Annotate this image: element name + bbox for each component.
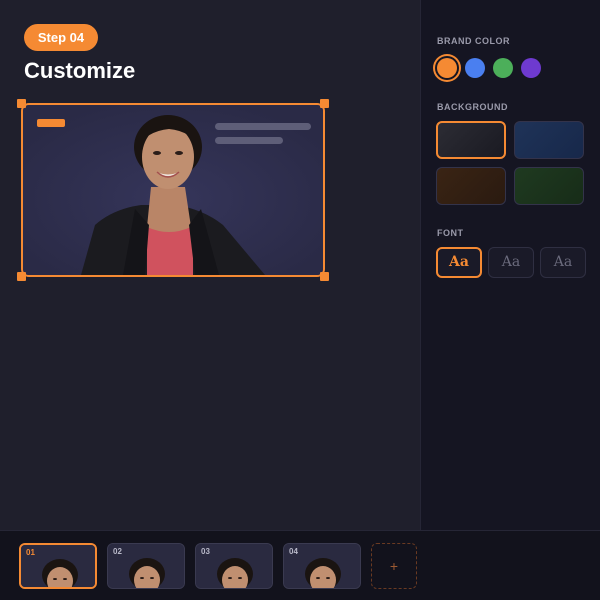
video-frame[interactable] <box>21 103 325 277</box>
font-label: FONT <box>437 228 464 238</box>
font-option-3[interactable]: Aa <box>540 247 586 278</box>
background-option-forest[interactable] <box>514 167 584 205</box>
subtitle-placeholder[interactable] <box>215 137 283 144</box>
presenter-image <box>23 105 323 275</box>
scene-thumbnail-02[interactable]: 02 <box>107 543 185 589</box>
resize-handle-top-right[interactable] <box>320 99 329 108</box>
step-badge: Step 04 <box>24 24 98 51</box>
scene-thumbnail-01[interactable]: 01 <box>19 543 97 589</box>
color-swatch-blue[interactable] <box>465 58 485 78</box>
add-scene-button[interactable]: + <box>371 543 417 589</box>
background-option-dark-slate[interactable] <box>436 121 506 159</box>
font-option-1[interactable]: Aa <box>436 247 482 278</box>
resize-handle-bottom-right[interactable] <box>320 272 329 281</box>
scene-number: 02 <box>113 547 122 556</box>
color-swatch-green[interactable] <box>493 58 513 78</box>
brand-color-label: BRAND COLOR <box>437 36 510 46</box>
background-option-brown[interactable] <box>436 167 506 205</box>
video-canvas[interactable] <box>17 99 329 281</box>
scene-thumbnail-04[interactable]: 04 <box>283 543 361 589</box>
resize-handle-bottom-left[interactable] <box>17 272 26 281</box>
font-option-2[interactable]: Aa <box>488 247 534 278</box>
customize-sidebar: BRAND COLOR BACKGROUND FONT Aa Aa Aa <box>420 0 600 530</box>
background-label: BACKGROUND <box>437 102 508 112</box>
scene-timeline: 01 02 03 04 + <box>0 530 600 600</box>
scene-thumbnail-03[interactable]: 03 <box>195 543 273 589</box>
scene-number: 04 <box>289 547 298 556</box>
page-title: Customize <box>24 58 136 83</box>
scene-number: 03 <box>201 547 210 556</box>
scene-number: 01 <box>26 548 35 557</box>
resize-handle-top-left[interactable] <box>17 99 26 108</box>
brand-logo-placeholder[interactable] <box>37 119 65 127</box>
color-swatch-orange[interactable] <box>437 58 457 78</box>
headline-placeholder[interactable] <box>215 123 311 130</box>
color-swatch-purple[interactable] <box>521 58 541 78</box>
background-option-navy[interactable] <box>514 121 584 159</box>
editor-main: Step 04 Customize <box>0 0 420 530</box>
